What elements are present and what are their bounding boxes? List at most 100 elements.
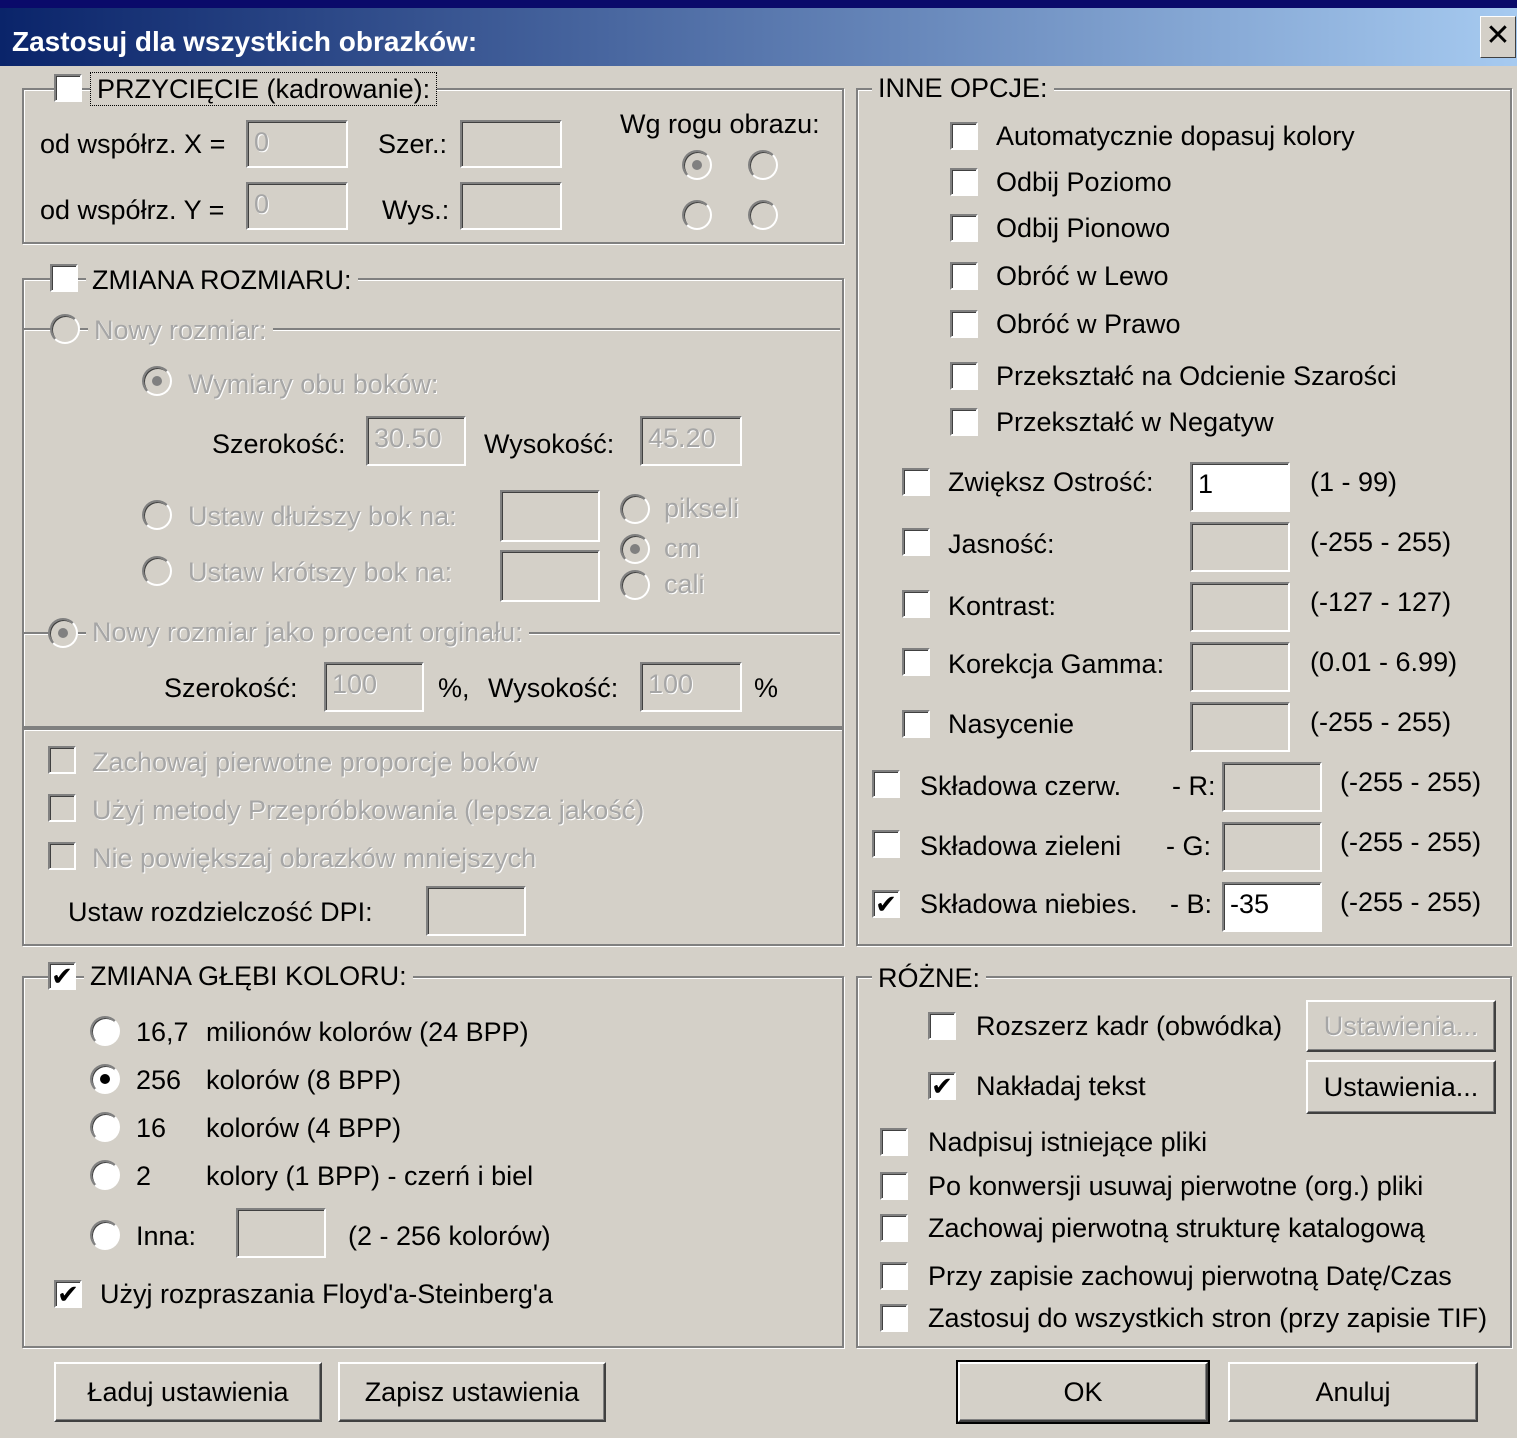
resize-height-field[interactable]: 45.20 xyxy=(640,416,742,466)
flip-horizontal-checkbox[interactable] xyxy=(950,168,978,196)
sharpen-range: (1 - 99) xyxy=(1310,467,1398,497)
new-size-radio[interactable] xyxy=(50,314,80,344)
blue-field[interactable]: -35 xyxy=(1222,882,1322,932)
sharpen-field[interactable]: 1 xyxy=(1190,462,1290,512)
dither-checkbox[interactable]: ✔ xyxy=(54,1280,82,1308)
cancel-button[interactable]: Anuluj xyxy=(1228,1362,1478,1422)
grayscale-label: Przekształć na Odcienie Szarości xyxy=(996,361,1397,391)
depth-8bpp-desc: kolorów (8 BPP) xyxy=(206,1065,402,1095)
depth-24bpp-desc: milionów kolorów (24 BPP) xyxy=(206,1017,529,1047)
blue-range: (-255 - 255) xyxy=(1340,887,1482,917)
rotate-left-label: Obróć w Lewo xyxy=(996,261,1169,291)
depth-1bpp-radio[interactable] xyxy=(90,1160,120,1190)
crop-y-label: od współrz. Y = xyxy=(40,195,225,225)
gamma-field[interactable] xyxy=(1190,642,1290,692)
red-field[interactable] xyxy=(1222,762,1322,812)
shorter-side-radio[interactable] xyxy=(142,556,172,586)
brightness-field[interactable] xyxy=(1190,522,1290,572)
green-field[interactable] xyxy=(1222,822,1322,872)
crop-x-field[interactable]: 0 xyxy=(246,120,348,168)
corner-top-left-radio[interactable] xyxy=(682,150,712,180)
sharpen-checkbox[interactable] xyxy=(902,468,930,496)
pct-height-field[interactable]: 100 xyxy=(640,662,742,712)
resize-checkbox[interactable] xyxy=(50,264,78,292)
crop-height-label: Wys.: xyxy=(382,195,450,225)
rotate-right-label: Obróć w Prawo xyxy=(996,309,1181,339)
ok-button[interactable]: OK xyxy=(956,1360,1210,1424)
both-sides-radio[interactable] xyxy=(142,366,172,396)
rotate-left-checkbox[interactable] xyxy=(950,262,978,290)
corner-top-right-radio[interactable] xyxy=(748,150,778,180)
all-pages-label: Zastosuj do wszystkich stron (przy zapis… xyxy=(928,1303,1488,1333)
depth-other-radio[interactable] xyxy=(90,1220,120,1250)
negative-label: Przekształć w Negatyw xyxy=(996,407,1274,437)
grayscale-checkbox[interactable] xyxy=(950,362,978,390)
corner-bottom-right-radio[interactable] xyxy=(748,200,778,230)
delete-originals-label: Po konwersji usuwaj pierwotne (org.) pli… xyxy=(928,1171,1424,1201)
depth-other-field[interactable] xyxy=(236,1208,326,1258)
longer-side-radio[interactable] xyxy=(142,500,172,530)
saturation-field[interactable] xyxy=(1190,702,1290,752)
blue-checkbox[interactable]: ✔ xyxy=(872,890,900,918)
green-checkbox[interactable] xyxy=(872,830,900,858)
overwrite-checkbox[interactable] xyxy=(880,1128,908,1156)
all-pages-checkbox[interactable] xyxy=(880,1304,908,1332)
red-checkbox[interactable] xyxy=(872,770,900,798)
crop-checkbox[interactable] xyxy=(54,74,82,102)
text-overlay-label: Nakładaj tekst xyxy=(976,1071,1146,1101)
text-settings-button[interactable]: Ustawienia... xyxy=(1306,1060,1496,1114)
rotate-right-checkbox[interactable] xyxy=(950,310,978,338)
percent-label: Nowy rozmiar jako procent orginału: xyxy=(86,616,529,648)
load-settings-button[interactable]: Ładuj ustawienia xyxy=(54,1362,322,1422)
other-options-label: INNE OPCJE: xyxy=(872,72,1054,104)
save-settings-button[interactable]: Zapisz ustawienia xyxy=(338,1362,606,1422)
no-enlarge-checkbox[interactable] xyxy=(48,842,76,870)
delete-originals-checkbox[interactable] xyxy=(880,1172,908,1200)
shorter-side-field[interactable] xyxy=(500,550,600,602)
resize-width-field[interactable]: 30.50 xyxy=(366,416,466,466)
crop-height-field[interactable] xyxy=(460,182,562,230)
keep-ratio-checkbox[interactable] xyxy=(48,746,76,774)
frame-settings-button[interactable]: Ustawienia... xyxy=(1306,1000,1496,1052)
color-depth-checkbox[interactable]: ✔ xyxy=(48,962,76,990)
close-icon[interactable]: ✕ xyxy=(1480,16,1516,58)
depth-4bpp-radio[interactable] xyxy=(90,1112,120,1142)
text-overlay-checkbox[interactable]: ✔ xyxy=(928,1072,956,1100)
flip-vertical-checkbox[interactable] xyxy=(950,214,978,242)
unit-inch-radio[interactable] xyxy=(620,570,650,600)
keep-date-checkbox[interactable] xyxy=(880,1262,908,1290)
depth-1bpp-num: 2 xyxy=(136,1161,152,1191)
resize-width-label: Szerokość: xyxy=(212,429,346,459)
title-bar[interactable]: Zastosuj dla wszystkich obrazków: xyxy=(0,8,1517,66)
brightness-checkbox[interactable] xyxy=(902,528,930,556)
keep-structure-checkbox[interactable] xyxy=(880,1214,908,1242)
percent-radio[interactable] xyxy=(48,618,78,648)
longer-side-field[interactable] xyxy=(500,490,600,542)
auto-colors-checkbox[interactable] xyxy=(950,122,978,150)
negative-checkbox[interactable] xyxy=(950,408,978,436)
unit-cm-radio[interactable] xyxy=(620,534,650,564)
gamma-checkbox[interactable] xyxy=(902,648,930,676)
crop-width-field[interactable] xyxy=(460,120,562,168)
contrast-field[interactable] xyxy=(1190,582,1290,632)
dither-label: Użyj rozpraszania Floyd'a-Steinberg'a xyxy=(100,1279,554,1309)
gamma-label: Korekcja Gamma: xyxy=(948,649,1165,679)
color-depth-label: ZMIANA GŁĘBI KOLORU: xyxy=(84,960,413,992)
corner-bottom-left-radio[interactable] xyxy=(682,200,712,230)
window-title: Zastosuj dla wszystkich obrazków: xyxy=(12,26,478,57)
pct-width-field[interactable]: 100 xyxy=(324,662,424,712)
frame-checkbox[interactable] xyxy=(928,1012,956,1040)
saturation-checkbox[interactable] xyxy=(902,710,930,738)
depth-8bpp-radio[interactable] xyxy=(90,1064,120,1094)
dpi-field[interactable] xyxy=(426,886,526,936)
keep-structure-label: Zachowaj pierwotną strukturę katalogową xyxy=(928,1213,1425,1243)
contrast-checkbox[interactable] xyxy=(902,590,930,618)
crop-y-field[interactable]: 0 xyxy=(246,182,348,230)
red-range: (-255 - 255) xyxy=(1340,767,1482,797)
resample-checkbox[interactable] xyxy=(48,794,76,822)
unit-pixels-label: pikseli xyxy=(664,493,740,523)
depth-24bpp-radio[interactable] xyxy=(90,1016,120,1046)
depth-other-label: Inna: xyxy=(136,1221,197,1251)
longer-side-label: Ustaw dłuższy bok na: xyxy=(188,501,457,531)
unit-pixels-radio[interactable] xyxy=(620,494,650,524)
